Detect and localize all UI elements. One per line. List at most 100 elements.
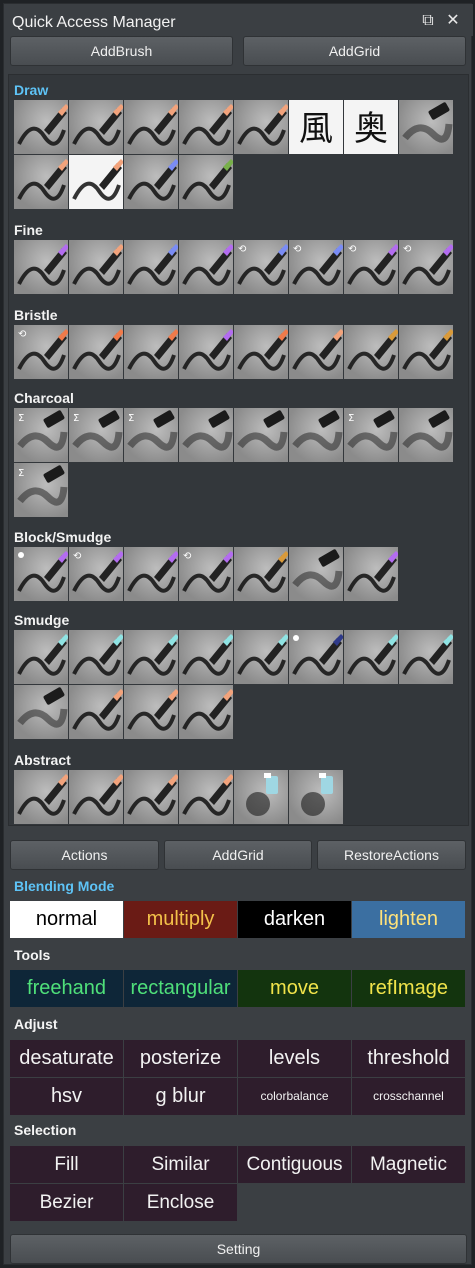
adjust-desaturate[interactable]: desaturate: [10, 1040, 123, 1077]
brush-tile-smudge-white-brush[interactable]: [179, 685, 233, 739]
brush-tile-bristle-fan-gold[interactable]: [344, 325, 398, 379]
tool-rectangular[interactable]: rectangular: [124, 970, 237, 1007]
charcoal-sigma-1-icon: Σ: [17, 410, 68, 451]
adjust-hsv[interactable]: hsv: [10, 1078, 123, 1115]
brush-tile-abstract-pen-4[interactable]: [179, 770, 233, 824]
brush-tile-block-rotate-purple-2[interactable]: ⟲: [179, 547, 233, 601]
brush-tile-charcoal-sigma-3[interactable]: Σ: [124, 408, 178, 462]
restore-window-icon[interactable]: ⧉: [419, 12, 437, 30]
brush-tile-bristle-orange[interactable]: [69, 325, 123, 379]
brush-tile-pen-wave[interactable]: [179, 100, 233, 154]
restore-actions-button[interactable]: RestoreActions: [317, 840, 466, 870]
brush-tile-pencil-smear[interactable]: [399, 100, 453, 154]
brush-tile-charcoal-block[interactable]: [399, 408, 453, 462]
brush-tile-fine-liner-blue-rotate-2[interactable]: ⟲: [289, 240, 343, 294]
brush-tile-fine-purple-pen[interactable]: [14, 240, 68, 294]
select-enclose[interactable]: Enclose: [124, 1184, 237, 1221]
brush-tile-smudge-teal-3[interactable]: [124, 630, 178, 684]
tool-refimage[interactable]: refImage: [352, 970, 465, 1007]
brush-tile-pen-ink-loop[interactable]: [69, 100, 123, 154]
brush-tile-smudge-teal-5[interactable]: [234, 630, 288, 684]
brush-tile-pencil-blue-squiggle[interactable]: [124, 155, 178, 209]
adjust-levels[interactable]: levels: [238, 1040, 351, 1077]
brush-tile-block-dot-purple[interactable]: [14, 547, 68, 601]
brush-tile-charcoal-sigma-2[interactable]: Σ: [69, 408, 123, 462]
brush-tile-block-purple-stick[interactable]: [344, 547, 398, 601]
brush-tile-fine-pencil-violet-rotate[interactable]: ⟲: [344, 240, 398, 294]
brush-tile-fine-pink-pen[interactable]: [69, 240, 123, 294]
add-grid-button[interactable]: AddGrid: [243, 36, 466, 66]
setting-button[interactable]: Setting: [10, 1234, 467, 1264]
brush-tile-abstract-pen-3[interactable]: [124, 770, 178, 824]
brush-tile-charcoal-sigma-1[interactable]: Σ: [14, 408, 68, 462]
select-magnetic[interactable]: Magnetic: [352, 1146, 465, 1183]
brush-tile-charcoal-stick-2[interactable]: [234, 408, 288, 462]
brush-tile-calligraphy-kanji-bold[interactable]: 奥: [344, 100, 398, 154]
brush-tile-block-rock-smudge[interactable]: [289, 547, 343, 601]
brush-tile-smudge-teal-noise[interactable]: [14, 685, 68, 739]
blend-lighten[interactable]: lighten: [352, 901, 465, 938]
brush-tile-calligraphy-kanji[interactable]: 風: [289, 100, 343, 154]
adjust-crosschannel[interactable]: crosschannel: [352, 1078, 465, 1115]
blend-normal[interactable]: normal: [10, 901, 123, 938]
brush-tile-pen-curve[interactable]: [124, 100, 178, 154]
brush-tile-abstract-spray-2[interactable]: [289, 770, 343, 824]
brush-tile-bristle-ink-pen[interactable]: [289, 325, 343, 379]
brush-tile-smudge-finger[interactable]: [124, 685, 178, 739]
abstract-pen-3-icon: [127, 774, 178, 816]
brush-tile-charcoal-block-sigma[interactable]: Σ: [14, 463, 68, 517]
brush-tile-charcoal-sigma-4[interactable]: Σ: [344, 408, 398, 462]
svg-text:⟲: ⟲: [18, 329, 27, 340]
brush-tile-smudge-teal-2[interactable]: [69, 630, 123, 684]
brush-tile-fine-liner-blue-rotate[interactable]: ⟲: [234, 240, 288, 294]
brush-tile-abstract-pen-2[interactable]: [69, 770, 123, 824]
blend-darken[interactable]: darken: [238, 901, 351, 938]
brush-tile-fine-pencil-violet-rotate-2[interactable]: ⟲: [399, 240, 453, 294]
select-similar[interactable]: Similar: [124, 1146, 237, 1183]
brush-tile-charcoal-stick-1[interactable]: [179, 408, 233, 462]
brush-tile-smudge-water-pencil[interactable]: [69, 685, 123, 739]
brush-tile-block-rotate-purple[interactable]: ⟲: [69, 547, 123, 601]
tool-move[interactable]: move: [238, 970, 351, 1007]
svg-text:⟲: ⟲: [183, 551, 192, 562]
brush-tile-bristle-orange-2[interactable]: [124, 325, 178, 379]
add-brush-button[interactable]: AddBrush: [10, 36, 233, 66]
select-fill[interactable]: Fill: [10, 1146, 123, 1183]
brush-tile-bristle-fan-gold-2[interactable]: [399, 325, 453, 379]
blend-multiply[interactable]: multiply: [124, 901, 237, 938]
brush-tile-bristle-orange-3[interactable]: [234, 325, 288, 379]
brush-tile-brush-v-stroke[interactable]: [69, 155, 123, 209]
add-grid-actions-button[interactable]: AddGrid: [164, 840, 312, 870]
adjust-header: Adjust: [14, 1016, 58, 1032]
actions-button[interactable]: Actions: [10, 840, 159, 870]
adjust-colorbalance[interactable]: colorbalance: [238, 1078, 351, 1115]
brush-tile-smudge-teal-6[interactable]: [344, 630, 398, 684]
brush-tile-smudge-teal-4[interactable]: [179, 630, 233, 684]
brush-tile-block-purple-blend[interactable]: [124, 547, 178, 601]
brush-tile-smudge-teal-1[interactable]: [14, 630, 68, 684]
select-contiguous[interactable]: Contiguous: [238, 1146, 351, 1183]
adjust-threshold[interactable]: threshold: [352, 1040, 465, 1077]
title-bar[interactable]: Quick Access Manager ⧉ ✕: [4, 4, 473, 36]
brush-tile-charcoal-stick-3[interactable]: [289, 408, 343, 462]
brush-tile-fine-airbrush-violet[interactable]: [179, 240, 233, 294]
smudge-teal-5-icon: [237, 634, 288, 676]
brush-tile-abstract-spray-1[interactable]: [234, 770, 288, 824]
close-icon[interactable]: ✕: [444, 12, 462, 30]
brush-tile-marker-stroke[interactable]: [14, 155, 68, 209]
brush-tile-abstract-pen-1[interactable]: [14, 770, 68, 824]
brush-tile-bristle-purple[interactable]: [179, 325, 233, 379]
brush-tile-smudge-teal-7[interactable]: [399, 630, 453, 684]
adjust-posterize[interactable]: posterize: [124, 1040, 237, 1077]
tool-freehand[interactable]: freehand: [10, 970, 123, 1007]
brush-tile-smudge-navy-dot[interactable]: [289, 630, 343, 684]
brush-tile-block-fan-gold[interactable]: [234, 547, 288, 601]
fine-liner-blue-rotate-2-icon: ⟲: [292, 244, 343, 286]
brush-tile-pen-ink-stroke[interactable]: [14, 100, 68, 154]
brush-tile-pen-hatch[interactable]: [234, 100, 288, 154]
brush-tile-bristle-orange-rotate[interactable]: ⟲: [14, 325, 68, 379]
select-bezier[interactable]: Bezier: [10, 1184, 123, 1221]
brush-tile-brush-green-tip[interactable]: [179, 155, 233, 209]
brush-tile-fine-airbrush-blue[interactable]: [124, 240, 178, 294]
adjust-g-blur[interactable]: g blur: [124, 1078, 237, 1115]
